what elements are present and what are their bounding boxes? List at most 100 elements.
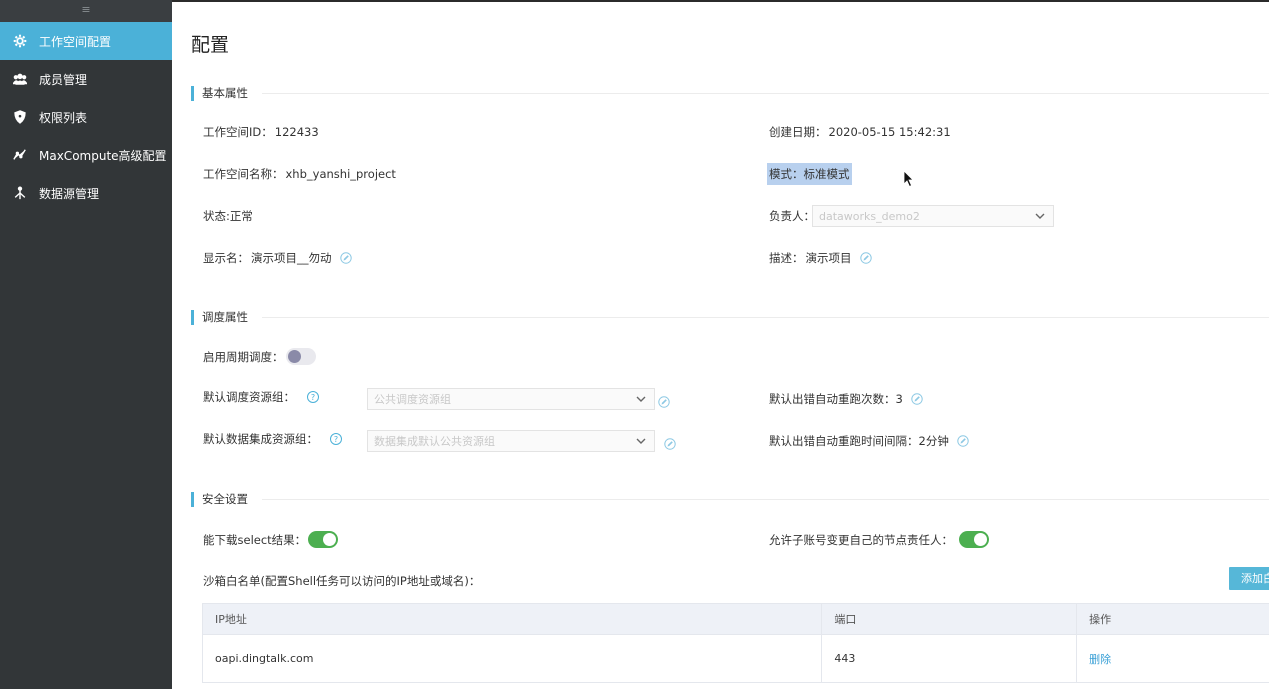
- table-row: oapi.dingtalk.com 443 删除: [203, 635, 1269, 683]
- workspace-name-value: xhb_yanshi_project: [285, 167, 396, 181]
- sidebar-collapse-toggle[interactable]: ≡: [0, 0, 172, 22]
- retry-count-value: 3: [895, 392, 903, 406]
- status-value: 正常: [229, 209, 253, 223]
- section-divider: [262, 316, 1269, 318]
- toggle-knob: [323, 533, 337, 546]
- edit-icon[interactable]: [911, 393, 923, 405]
- sidebar: ≡ 工作空间配置 成员管理 权限列表 MaxCompute高级配置 数据源管理: [0, 0, 172, 689]
- add-whitelist-button[interactable]: 添加白名单: [1229, 567, 1269, 590]
- resource-group-field: 默认调度资源组： ?: [203, 389, 319, 405]
- table-header-row: IP地址 端口 操作: [203, 603, 1269, 635]
- main-content: 配置 基本属性 工作空间ID： 122433 创建日期： 2020-05-15 …: [172, 0, 1269, 689]
- section-divider: [262, 498, 1269, 500]
- section-accent-bar: [191, 85, 194, 101]
- owner-select-value: dataworks_demo2: [819, 209, 920, 223]
- sidebar-item-label: MaxCompute高级配置: [39, 148, 167, 163]
- column-header-port: 端口: [822, 604, 1078, 634]
- resource-group-select-value: 公共调度资源组: [374, 393, 451, 406]
- edit-icon[interactable]: [664, 435, 676, 450]
- edit-icon[interactable]: [658, 393, 670, 408]
- section-security-header: 安全设置: [191, 491, 1269, 507]
- tree-icon: [12, 185, 28, 201]
- whitelist-label: 沙箱白名单(配置Shell任务可以访问的IP地址或域名)：: [203, 574, 481, 588]
- column-header-ip: IP地址: [203, 604, 823, 634]
- retry-interval-value: 2分钟: [918, 434, 949, 448]
- section-basic-header: 基本属性: [191, 85, 1269, 101]
- users-icon: [12, 71, 28, 87]
- workspace-id-value: 122433: [274, 125, 319, 139]
- retry-interval-label: 默认出错自动重跑时间间隔：: [769, 434, 919, 448]
- section-title: 调度属性: [202, 310, 248, 324]
- sidebar-item-maxcompute[interactable]: MaxCompute高级配置: [0, 136, 172, 174]
- ip-cell: oapi.dingtalk.com: [203, 635, 823, 682]
- sidebar-item-permissions[interactable]: 权限列表: [0, 98, 172, 136]
- description-field: 描述： 演示项目: [769, 250, 872, 266]
- section-title: 基本属性: [202, 86, 248, 100]
- periodic-schedule-field: 启用周期调度：: [203, 348, 316, 365]
- section-accent-bar: [191, 491, 194, 507]
- section-divider: [262, 92, 1269, 94]
- mode-value: 标准模式: [803, 167, 850, 181]
- display-name-value: 演示项目__勿动: [251, 251, 332, 265]
- section-title: 安全设置: [202, 492, 248, 506]
- edit-icon[interactable]: [957, 435, 969, 447]
- chart-line-icon: [12, 147, 28, 163]
- sidebar-item-label: 工作空间配置: [39, 34, 112, 49]
- integration-group-select[interactable]: 数据集成默认公共资源组: [367, 430, 655, 452]
- port-cell: 443: [822, 635, 1078, 682]
- periodic-schedule-label: 启用周期调度：: [203, 349, 284, 364]
- resource-group-select[interactable]: 公共调度资源组: [367, 388, 655, 410]
- owner-select[interactable]: dataworks_demo2: [812, 205, 1054, 227]
- created-date-label: 创建日期：: [769, 125, 827, 139]
- sidebar-item-label: 数据源管理: [39, 186, 100, 201]
- mode-selection: 模式：标准模式: [767, 163, 852, 185]
- mouse-cursor-icon: [903, 170, 914, 188]
- sidebar-item-datasource[interactable]: 数据源管理: [0, 174, 172, 212]
- download-select-label: 能下载select结果：: [203, 532, 307, 547]
- integration-group-field: 默认数据集成资源组： ?: [203, 431, 342, 447]
- sidebar-item-label: 权限列表: [39, 110, 88, 125]
- integration-group-label: 默认数据集成资源组：: [203, 432, 318, 446]
- section-accent-bar: [191, 309, 194, 325]
- periodic-schedule-toggle[interactable]: [285, 348, 316, 365]
- edit-icon[interactable]: [859, 252, 872, 264]
- created-date-value: 2020-05-15 15:42:31: [828, 125, 951, 139]
- workspace-id-label: 工作空间ID：: [203, 125, 273, 139]
- sub-account-field: 允许子账号变更自己的节点责任人：: [769, 531, 989, 548]
- help-icon[interactable]: ?: [307, 391, 319, 403]
- whitelist-table: IP地址 端口 操作 oapi.dingtalk.com 443 删除: [202, 603, 1269, 683]
- mode-field: 模式：标准模式: [767, 163, 852, 185]
- sub-account-toggle[interactable]: [959, 531, 989, 548]
- sidebar-item-workspace-config[interactable]: 工作空间配置: [0, 22, 172, 60]
- retry-count-field: 默认出错自动重跑次数： 3: [769, 391, 923, 407]
- edit-icon[interactable]: [339, 252, 352, 264]
- retry-interval-field: 默认出错自动重跑时间间隔： 2分钟: [769, 433, 969, 449]
- chevron-down-icon: [636, 438, 646, 444]
- display-name-label: 显示名：: [203, 251, 249, 265]
- chevron-down-icon: [636, 396, 646, 402]
- section-schedule-header: 调度属性: [191, 309, 1269, 325]
- owner-field: 负责人：: [769, 208, 815, 224]
- download-select-field: 能下载select结果：: [203, 531, 339, 548]
- download-select-toggle[interactable]: [308, 531, 339, 548]
- gear-icon: [12, 33, 28, 49]
- display-name-field: 显示名： 演示项目__勿动: [203, 250, 352, 266]
- workspace-name-label: 工作空间名称：: [203, 167, 284, 181]
- mode-label: 模式：: [769, 167, 804, 181]
- workspace-id-field: 工作空间ID： 122433: [203, 124, 319, 140]
- sidebar-item-members[interactable]: 成员管理: [0, 60, 172, 98]
- resource-group-label: 默认调度资源组：: [203, 390, 295, 404]
- app-window: ≡ 工作空间配置 成员管理 权限列表 MaxCompute高级配置 数据源管理 …: [0, 0, 1269, 689]
- description-label: 描述：: [769, 251, 804, 265]
- column-header-action: 操作: [1089, 613, 1112, 626]
- toggle-knob: [287, 350, 301, 363]
- status-label: 状态:: [203, 209, 230, 223]
- help-icon[interactable]: ?: [330, 433, 342, 445]
- delete-link[interactable]: 删除: [1089, 651, 1111, 667]
- status-field: 状态: 正常: [203, 208, 253, 224]
- created-date-field: 创建日期： 2020-05-15 15:42:31: [769, 124, 951, 140]
- action-cell: 删除: [1077, 635, 1269, 682]
- sidebar-item-label: 成员管理: [39, 72, 88, 87]
- integration-group-select-value: 数据集成默认公共资源组: [374, 435, 495, 448]
- workspace-name-field: 工作空间名称： xhb_yanshi_project: [203, 166, 396, 182]
